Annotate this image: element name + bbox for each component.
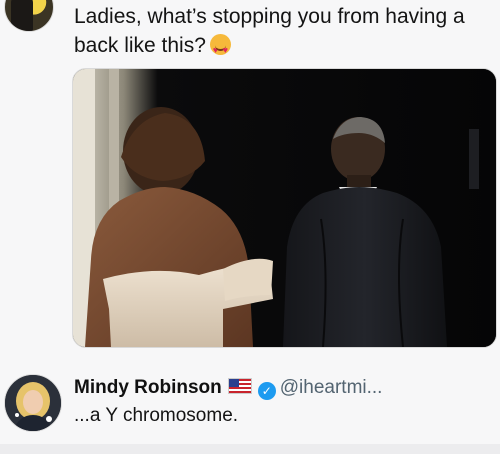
photo-image <box>73 69 496 347</box>
reply-post: Mindy Robinson ✓ @iheartmi... ...a Y chrom… <box>0 368 500 448</box>
us-flag-icon <box>227 378 252 394</box>
post-text-body: Ladies, what’s stopping you from having … <box>74 5 465 57</box>
avatar[interactable] <box>4 374 62 432</box>
verified-badge-icon: ✓ <box>257 382 276 400</box>
display-name[interactable]: Mindy Robinson <box>74 377 222 398</box>
screenshot-frame: Ladies, what’s stopping you from having … <box>0 0 500 454</box>
divider <box>0 444 500 454</box>
avatar[interactable] <box>4 0 54 32</box>
post-text: Ladies, what’s stopping you from having … <box>74 2 484 65</box>
reply-header: Mindy Robinson ✓ @iheartmi... <box>74 376 382 400</box>
original-post: Ladies, what’s stopping you from having … <box>0 0 500 65</box>
user-handle[interactable]: @iheartmi... <box>280 377 383 398</box>
heart-eyes-emoji-icon <box>209 34 231 65</box>
post-photo[interactable] <box>72 68 497 348</box>
reply-text: ...a Y chromosome. <box>74 405 239 426</box>
